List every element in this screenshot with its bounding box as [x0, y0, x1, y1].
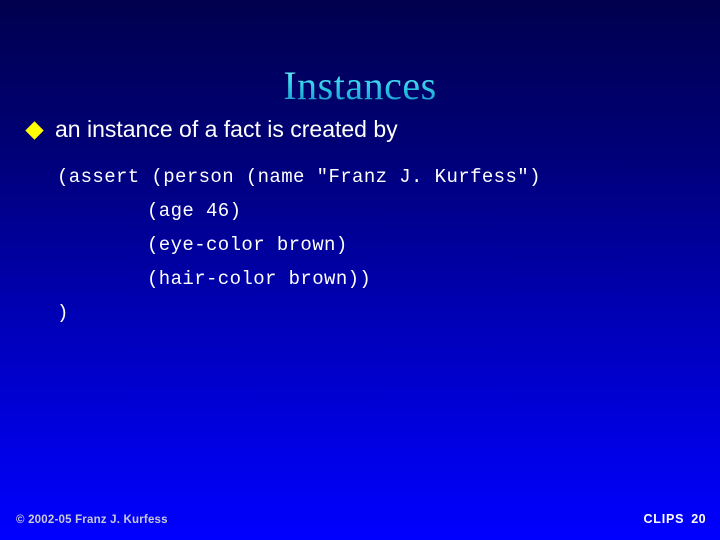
- code-line: ): [57, 302, 69, 324]
- code-line: (age 46): [147, 200, 242, 222]
- copyright-notice: © 2002-05 Franz J. Kurfess: [16, 514, 168, 526]
- diamond-bullet-icon: [25, 121, 44, 140]
- page-title: Instances: [0, 63, 720, 109]
- slide-number: 20: [691, 512, 706, 526]
- bullet-item-label: an instance of a fact is created by: [55, 116, 398, 142]
- code-line: (assert (person (name "Franz J. Kurfess"…: [57, 166, 541, 188]
- code-block: (assert (person (name "Franz J. Kurfess"…: [57, 160, 697, 330]
- bullet-list-item: an instance of a fact is created by: [25, 116, 398, 144]
- code-line: (eye-color brown): [147, 234, 348, 256]
- footer-right-group: CLIPS 20: [643, 512, 706, 526]
- code-line: (hair-color brown)): [147, 268, 372, 290]
- slide-canvas: Instances an instance of a fact is creat…: [0, 0, 720, 540]
- course-label: CLIPS: [643, 512, 685, 526]
